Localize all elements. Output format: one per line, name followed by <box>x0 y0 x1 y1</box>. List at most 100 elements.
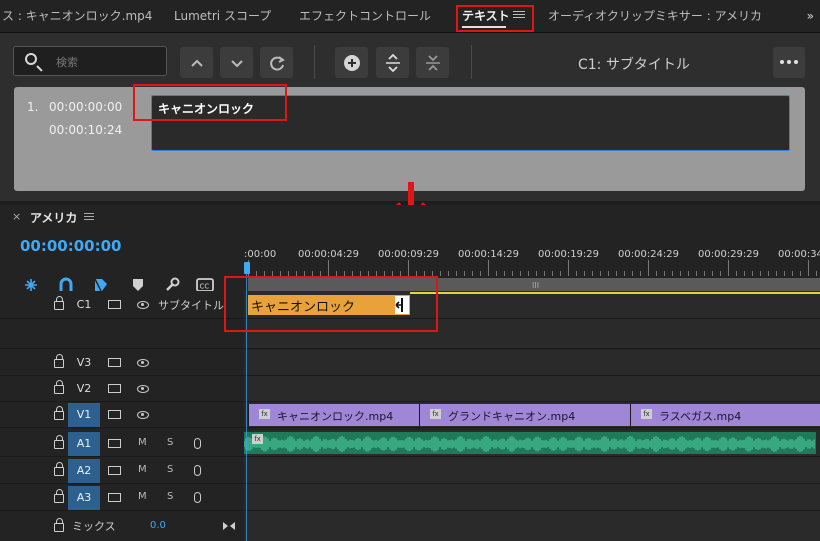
microphone-icon[interactable] <box>194 438 201 449</box>
lock-icon[interactable] <box>54 380 64 394</box>
lock-icon[interactable] <box>54 489 64 503</box>
track-header-v3: V3 <box>0 350 244 375</box>
track-lane-a1[interactable]: fx <box>244 430 820 456</box>
ellipsis-icon <box>780 60 784 64</box>
add-caption-button[interactable] <box>335 47 368 78</box>
eye-icon[interactable] <box>137 301 149 309</box>
microphone-icon[interactable] <box>194 465 201 476</box>
eye-icon[interactable] <box>137 411 149 419</box>
ruler-tick <box>456 271 457 276</box>
lock-icon[interactable] <box>54 296 64 310</box>
highlight-box-text-tab <box>456 5 534 32</box>
playhead-handle[interactable] <box>244 262 250 274</box>
lock-icon[interactable] <box>54 462 64 476</box>
mute-button[interactable]: M <box>138 437 147 448</box>
solo-button[interactable]: S <box>167 491 173 502</box>
ruler-tick <box>576 271 577 276</box>
ruler-label: :00:00 <box>244 249 277 260</box>
sequence-tab[interactable]: × アメリカ <box>0 205 820 229</box>
lock-icon[interactable] <box>54 406 64 420</box>
search-input[interactable]: 検索 <box>13 46 167 76</box>
ruler-tick <box>488 260 489 276</box>
track-name[interactable]: V3 <box>68 351 100 375</box>
audio-waveform <box>244 436 815 452</box>
previous-caption-button[interactable] <box>180 47 213 78</box>
work-area-grip[interactable]: III <box>532 281 539 290</box>
track-name[interactable]: A2 <box>68 459 100 483</box>
plus-circle-icon <box>344 55 360 71</box>
track-lane-v3[interactable] <box>244 350 820 375</box>
track-name[interactable]: V1 <box>68 403 100 427</box>
track-name[interactable]: C1 <box>68 293 100 317</box>
tab-effect-controls[interactable]: エフェクトコントロール <box>299 0 431 33</box>
track-lane-v2[interactable] <box>244 376 820 401</box>
track-lane-a3[interactable] <box>244 484 820 510</box>
playhead-timecode[interactable]: 00:00:00:00 <box>20 237 122 255</box>
go-to-end-icon[interactable] <box>222 521 236 531</box>
tab-lumetri-scopes[interactable]: Lumetri スコープ <box>174 0 271 33</box>
ruler-tick <box>664 271 665 276</box>
split-caption-button[interactable] <box>376 47 409 78</box>
lock-icon[interactable] <box>54 435 64 449</box>
caption-number: 1. <box>27 100 39 114</box>
microphone-icon[interactable] <box>194 492 201 503</box>
sync-lock-icon[interactable] <box>108 410 121 419</box>
lock-icon[interactable] <box>54 354 64 368</box>
track-name[interactable]: A1 <box>68 432 100 456</box>
solo-button[interactable]: S <box>167 437 173 448</box>
sync-lock-icon[interactable] <box>108 493 121 502</box>
eye-icon[interactable] <box>137 359 149 367</box>
solo-button[interactable]: S <box>167 464 173 475</box>
tab-audio-clip-mixer[interactable]: オーディオクリップミキサー : アメリカ <box>548 0 762 33</box>
ruler-tick <box>408 260 409 276</box>
caption-out-point[interactable]: 00:00:10:24 <box>49 123 122 137</box>
video-clip[interactable]: fx ラスベガス.mp4 <box>630 404 820 426</box>
lock-icon[interactable] <box>54 518 64 532</box>
panel-tab-bar: ス : キャニオンロック.mp4 Lumetri スコープ エフェクトコントロー… <box>0 0 820 33</box>
sync-lock-icon[interactable] <box>108 358 121 367</box>
toolbar-divider-2 <box>471 45 472 79</box>
ruler-tick <box>552 271 553 276</box>
ruler-tick <box>736 271 737 276</box>
mix-volume[interactable]: 0.0 <box>150 520 166 531</box>
track-header-c1: C1 サブタイトル <box>0 291 244 318</box>
track-lane-a2[interactable] <box>244 457 820 483</box>
ruler-tick <box>504 271 505 276</box>
track-name[interactable]: V2 <box>68 377 100 401</box>
sync-lock-icon[interactable] <box>108 384 121 393</box>
ruler-tick <box>816 271 817 276</box>
track-lane-v1[interactable]: fx キャニオンロック.mp4 fx グランドキャニオン.mp4 fx ラスベガ… <box>244 402 820 427</box>
svg-text:CC: CC <box>200 283 210 291</box>
mute-button[interactable]: M <box>138 491 147 502</box>
merge-caption-button[interactable] <box>416 47 449 78</box>
sync-lock-icon[interactable] <box>108 466 121 475</box>
eye-icon[interactable] <box>137 385 149 393</box>
mute-button[interactable]: M <box>138 464 147 475</box>
video-clip[interactable]: fx グランドキャニオン.mp4 <box>419 404 630 426</box>
ruler-tick <box>768 271 769 276</box>
replace-button[interactable] <box>260 47 293 78</box>
close-icon[interactable]: × <box>12 210 21 223</box>
video-clip[interactable]: fx キャニオンロック.mp4 <box>248 404 419 426</box>
ruler-label: 00:00:14:29 <box>458 249 520 260</box>
ruler-label: 00:00:19:29 <box>538 249 600 260</box>
next-caption-button[interactable] <box>220 47 253 78</box>
ruler-tick <box>648 260 649 276</box>
sync-lock-icon[interactable] <box>108 300 121 309</box>
more-options-button[interactable] <box>773 47 805 78</box>
track-header-v1: V1 <box>0 402 244 427</box>
ruler-tick <box>752 271 753 276</box>
ruler-tick <box>544 271 545 276</box>
audio-clip[interactable]: fx <box>244 432 816 454</box>
track-name[interactable]: A3 <box>68 486 100 510</box>
clip-name: キャニオンロック.mp4 <box>277 410 394 423</box>
caption-in-point[interactable]: 00:00:00:00 <box>49 100 122 114</box>
chevron-up-icon <box>191 59 203 67</box>
sync-lock-icon[interactable] <box>108 439 121 448</box>
ruler-tick <box>600 271 601 276</box>
panel-menu-icon[interactable] <box>84 213 94 222</box>
fx-badge-icon: fx <box>252 434 263 444</box>
ruler-tick <box>704 271 705 276</box>
tab-source[interactable]: ス : キャニオンロック.mp4 <box>2 0 152 33</box>
tab-overflow-icon[interactable]: » <box>807 0 814 33</box>
